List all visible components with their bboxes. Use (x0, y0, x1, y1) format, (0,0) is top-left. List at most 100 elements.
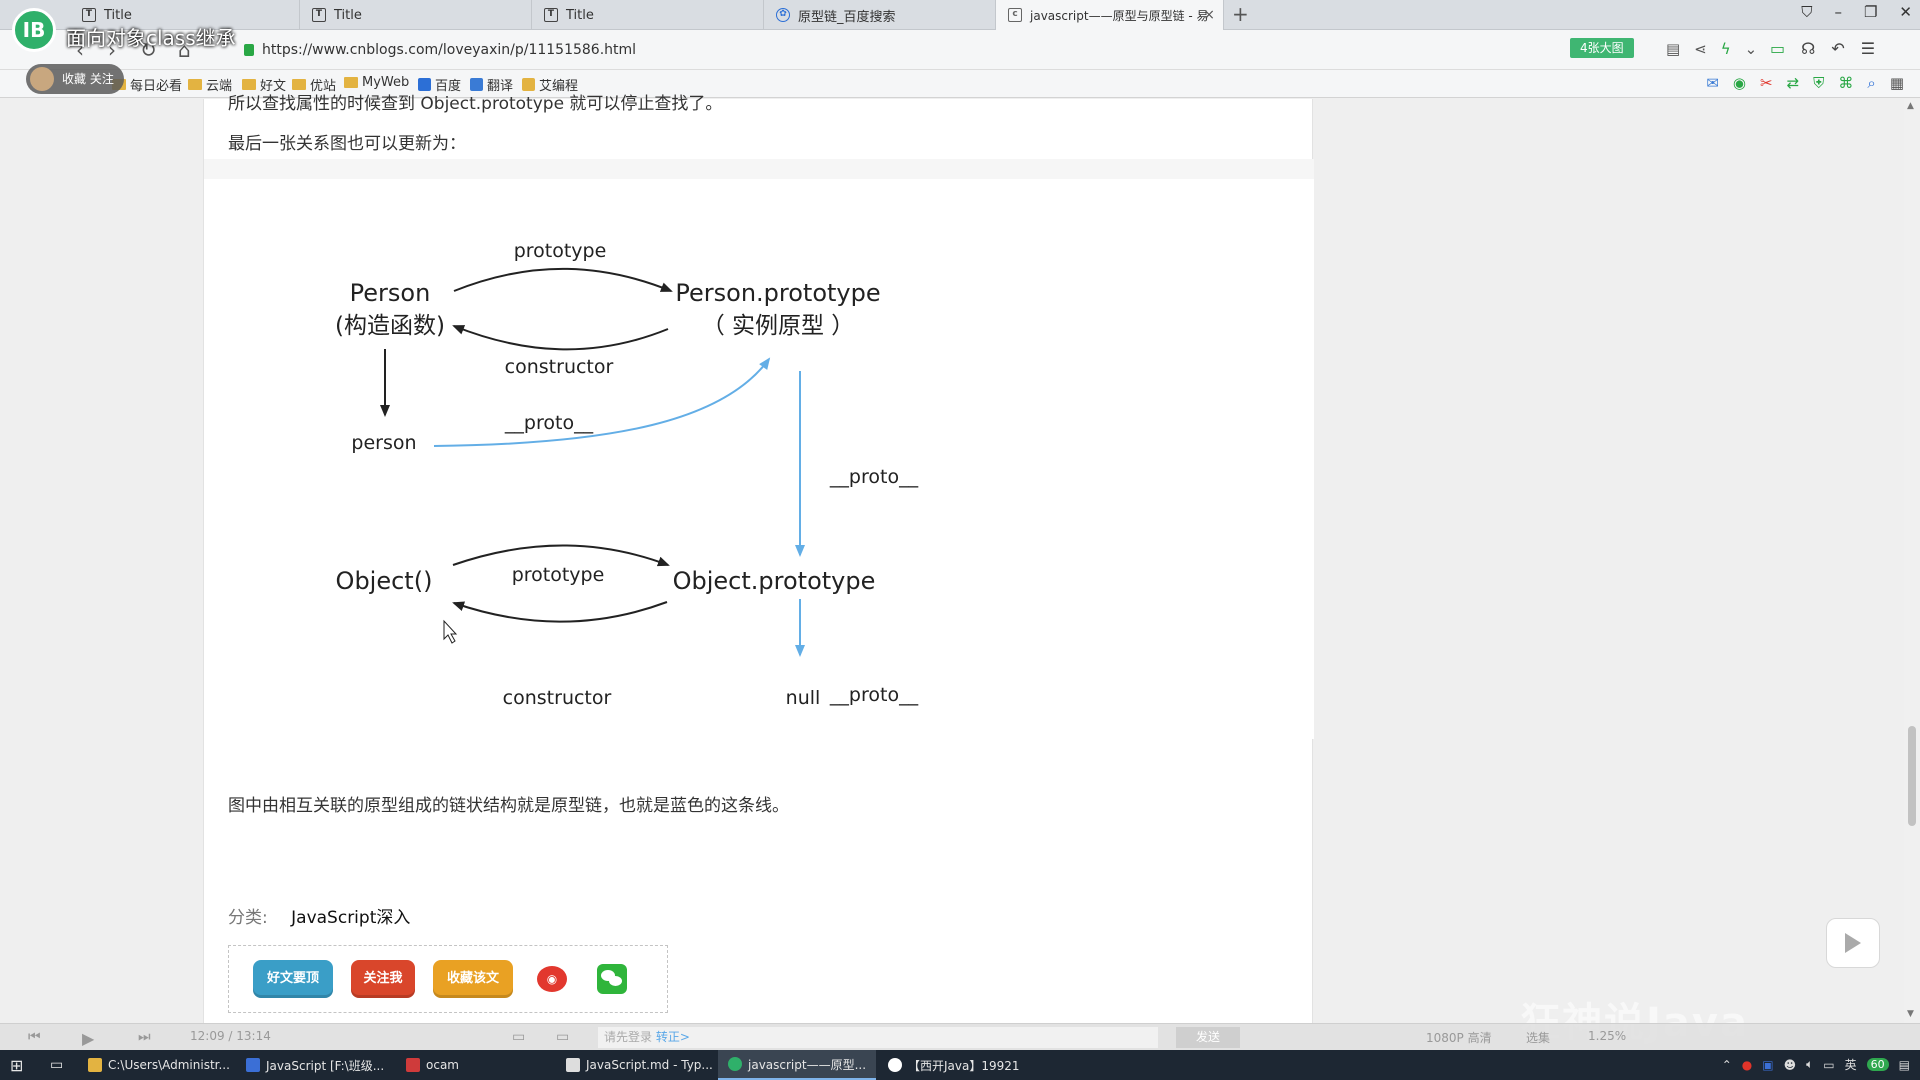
tab-cnblogs-active[interactable]: c javascript——原型与原型链 - 易 × (996, 0, 1224, 30)
category-row: 分类: JavaScript深入 (228, 903, 410, 928)
taskbar-webstorm[interactable]: JavaScript [F:\班级... (236, 1050, 394, 1080)
scroll-thumb[interactable] (1908, 726, 1916, 826)
page-viewport: 所以查找属性的时候查到 Object.prototype 就可以停止查找了。 最… (0, 94, 1920, 1023)
danmu-settings-icon[interactable]: ▭ (556, 1029, 569, 1045)
constructor-arrow-bottom (452, 601, 668, 623)
minimize-icon[interactable]: – (1834, 3, 1842, 21)
label-proto-instance: __proto__ (504, 412, 594, 434)
episode-select[interactable]: 选集 (1526, 1029, 1550, 1046)
speaker-icon[interactable]: 🔈︎ (1806, 1057, 1813, 1072)
diagram-svg: prototype Person (构造函数) Person.prototype… (335, 240, 919, 709)
people-icon[interactable]: ☻ (1784, 1058, 1797, 1072)
scissors-icon[interactable]: ✂ (1760, 74, 1773, 92)
recommend-button[interactable]: 好文要顶 (253, 960, 333, 998)
network-icon[interactable]: ▭ (1823, 1058, 1834, 1072)
tab-title-2[interactable]: T Title (300, 0, 532, 30)
big-image-button[interactable]: 4张大图 (1570, 38, 1634, 58)
weibo-icon[interactable]: ◉ (537, 966, 567, 992)
label-person-prototype: Person.prototype (675, 279, 880, 307)
danmu-input[interactable]: 请先登录 转正> (598, 1027, 1158, 1048)
url-text: https://www.cnblogs.com/loveyaxin/p/1115… (262, 42, 637, 58)
prev-icon[interactable]: ⏮ (28, 1029, 41, 1045)
tray-badge[interactable]: 60 (1866, 1058, 1889, 1071)
undo-icon[interactable]: ↶ (1831, 39, 1844, 58)
article-intro: 最后一张关系图也可以更新为： (228, 134, 466, 154)
floating-play-button[interactable] (1826, 918, 1880, 968)
tab-title-3[interactable]: T Title (532, 0, 764, 30)
lightning-icon[interactable]: ϟ (1721, 40, 1731, 58)
green-ext-icon[interactable]: ◉ (1733, 74, 1746, 92)
scroll-down-icon[interactable]: ▼ (1907, 1009, 1914, 1019)
play-icon[interactable]: ▶ (82, 1029, 94, 1048)
tab-label: Title (566, 7, 594, 23)
browser-tools: ▭ ☊ ↶ ☰ (1770, 39, 1875, 58)
danmu-toggle-icon[interactable]: ▭ (512, 1029, 525, 1045)
bookmark-label: MyWeb (362, 75, 410, 90)
typora-icon: T (82, 8, 96, 22)
wechat-icon[interactable] (597, 964, 627, 994)
page-scrollbar[interactable]: ▲ ▼ (1904, 99, 1920, 1023)
battery-icon[interactable]: ▭ (1770, 39, 1785, 58)
label-constructor-bottom: constructor (503, 687, 612, 709)
close-icon[interactable]: × (1203, 7, 1215, 23)
label-prototype-top: prototype (514, 240, 607, 262)
category-link[interactable]: JavaScript深入 (291, 908, 410, 928)
windows-start-icon[interactable]: ⊞ (0, 1050, 33, 1080)
task-view-icon[interactable]: ▭ (40, 1050, 73, 1080)
taskbar-browser[interactable]: javascript——原型... (718, 1050, 877, 1080)
danmu-link[interactable]: 转正> (656, 1030, 690, 1044)
taskbar-label: 【西开Java】19921 (908, 1058, 1020, 1073)
follow-me-button[interactable]: 关注我 (351, 960, 415, 998)
label-person-prototype-sub: （ 实例原型 ） (702, 313, 855, 339)
notification-icon[interactable]: ▤ (1899, 1058, 1910, 1072)
cnblogs-icon: c (1008, 8, 1022, 22)
record-icon[interactable]: ● (1742, 1058, 1752, 1072)
skin-icon[interactable]: ⛉ (1801, 3, 1812, 21)
tab-baidu-search[interactable]: ✿ 原型链_百度搜索 (764, 0, 996, 30)
channel-logo[interactable]: IB (12, 8, 56, 52)
video-title: 面向对象class继承 (66, 26, 236, 50)
restore-icon[interactable]: ❐ (1864, 3, 1877, 21)
headphones-icon[interactable]: ☊ (1801, 39, 1815, 58)
system-tray: ⌃ ● ▣ ☻ 🔈︎ ▭ 英 60 ▤ (1722, 1056, 1910, 1073)
ime-label[interactable]: 英 (1845, 1056, 1857, 1073)
label-object-ctor: Object() (336, 567, 433, 595)
collect-button[interactable]: 收藏该文 (433, 960, 513, 998)
mouse-cursor-icon (443, 619, 458, 644)
menu-icon[interactable]: ☰ (1861, 39, 1875, 58)
new-tab-icon[interactable]: + (1232, 2, 1249, 26)
grid-icon[interactable]: ▦ (1890, 74, 1904, 92)
bookmark-cloud[interactable]: 云端 (188, 75, 232, 94)
taskbar-label: ocam (426, 1058, 459, 1072)
chevron-up-icon[interactable]: ⌃ (1722, 1058, 1732, 1072)
bookmark-myweb[interactable]: MyWeb (344, 75, 409, 90)
typora-icon (566, 1058, 580, 1072)
next-icon[interactable]: ⏭ (138, 1029, 151, 1045)
folder-icon (188, 79, 202, 90)
translate-ext-icon[interactable]: ⇄ (1787, 74, 1800, 92)
share-icon[interactable]: ⋖ (1694, 40, 1707, 58)
taskbar-explorer[interactable]: C:\Users\Administr... (78, 1050, 240, 1080)
search-icon[interactable]: ⌕ (1867, 74, 1875, 92)
scroll-up-icon[interactable]: ▲ (1907, 101, 1914, 111)
ocam-icon (406, 1058, 420, 1072)
taskbar-video[interactable]: 【西开Java】19921 (878, 1050, 1030, 1080)
reader-icon[interactable]: ▤ (1666, 40, 1680, 58)
mail-icon[interactable]: ✉ (1706, 74, 1719, 92)
gamepad-icon[interactable]: ⌘ (1838, 74, 1853, 92)
typora-icon: T (312, 8, 326, 22)
send-button[interactable]: 发送 (1176, 1027, 1240, 1048)
url-input[interactable]: https://www.cnblogs.com/loveyaxin/p/1115… (232, 37, 1562, 63)
close-window-icon[interactable]: ✕ (1899, 3, 1912, 21)
prototype-diagram: prototype Person (构造函数) Person.prototype… (204, 159, 1314, 739)
taskbar-typora[interactable]: JavaScript.md - Typ... (556, 1050, 723, 1080)
folder-icon (344, 77, 358, 88)
quality-select[interactable]: 1080P 高清 (1426, 1029, 1492, 1046)
chevron-down-icon[interactable]: ⌄ (1745, 40, 1758, 58)
shield-icon[interactable]: ⛨ (1813, 74, 1824, 92)
taskbar-ocam[interactable]: ocam (396, 1050, 469, 1080)
label-constructor-top: constructor (505, 356, 614, 378)
speed-select[interactable]: 1.25% (1588, 1029, 1626, 1043)
constructor-arrow-top (452, 325, 669, 351)
vm-icon[interactable]: ▣ (1762, 1058, 1773, 1072)
